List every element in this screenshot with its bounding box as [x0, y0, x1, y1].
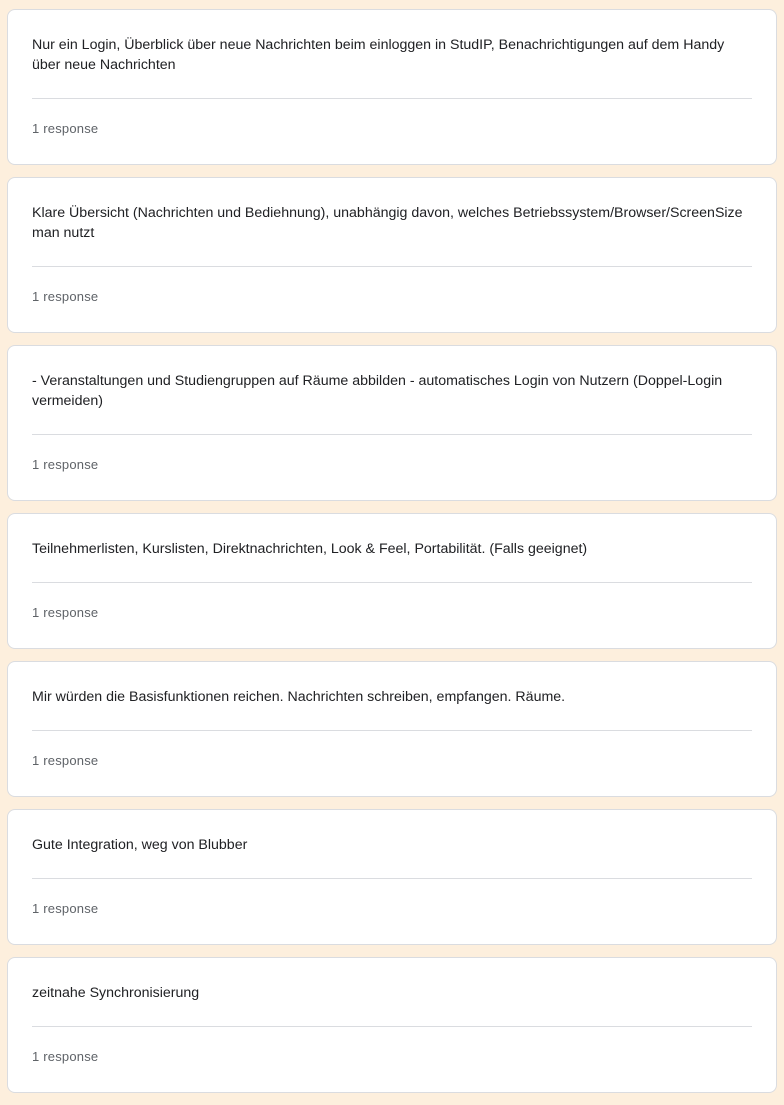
- response-list: Nur ein Login, Überblick über neue Nachr…: [7, 9, 777, 1105]
- response-count: 1 response: [32, 605, 99, 620]
- divider: [32, 434, 752, 435]
- response-card: Mir würden die Basisfunktionen reichen. …: [7, 661, 777, 797]
- response-count: 1 response: [32, 457, 99, 472]
- divider: [32, 266, 752, 267]
- response-text: Mir würden die Basisfunktionen reichen. …: [32, 689, 566, 705]
- response-text: Nur ein Login, Überblick über neue Nachr…: [32, 37, 725, 73]
- response-card: Klare Übersicht (Nachrichten und Bediehn…: [7, 177, 777, 333]
- response-count: 1 response: [32, 901, 99, 916]
- divider: [32, 730, 752, 731]
- response-card: Teilnehmerlisten, Kurslisten, Direktnach…: [7, 513, 777, 649]
- divider: [32, 582, 752, 583]
- response-count: 1 response: [32, 1049, 99, 1064]
- response-card: Gute Integration, weg von Blubber 1 resp…: [7, 809, 777, 945]
- response-text: zeitnahe Synchronisierung: [32, 985, 200, 1001]
- response-count: 1 response: [32, 753, 99, 768]
- response-card: Nur ein Login, Überblick über neue Nachr…: [7, 9, 777, 165]
- divider: [32, 878, 752, 879]
- response-text: Teilnehmerlisten, Kurslisten, Direktnach…: [32, 541, 588, 557]
- response-text: Gute Integration, weg von Blubber: [32, 837, 248, 853]
- response-text: Klare Übersicht (Nachrichten und Bediehn…: [32, 205, 743, 241]
- response-card: zeitnahe Synchronisierung 1 response: [7, 957, 777, 1093]
- response-count: 1 response: [32, 289, 99, 304]
- divider: [32, 1026, 752, 1027]
- response-count: 1 response: [32, 121, 99, 136]
- response-text: - Veranstaltungen und Studiengruppen auf…: [32, 373, 723, 409]
- divider: [32, 98, 752, 99]
- response-card: - Veranstaltungen und Studiengruppen auf…: [7, 345, 777, 501]
